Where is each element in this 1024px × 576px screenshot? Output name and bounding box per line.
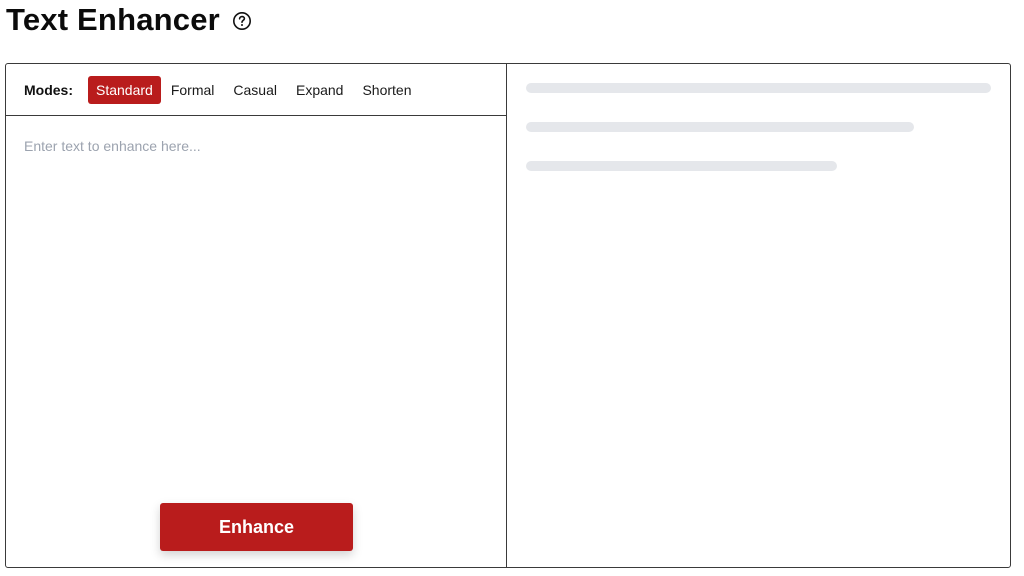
text-input-area: Enhance (6, 116, 506, 567)
text-input[interactable] (6, 116, 506, 567)
page-header: Text Enhancer (6, 0, 252, 40)
help-icon[interactable] (232, 11, 252, 31)
modes-bar: Modes: Standard Formal Casual Expand Sho… (6, 64, 506, 116)
output-skeleton-line (526, 83, 991, 93)
modes-label: Modes: (24, 81, 73, 98)
question-circle-icon (232, 12, 251, 30)
mode-casual-button[interactable]: Casual (224, 76, 286, 104)
enhancer-panel: Modes: Standard Formal Casual Expand Sho… (5, 63, 1011, 568)
page-title: Text Enhancer (6, 2, 220, 37)
mode-formal-button[interactable]: Formal (162, 76, 224, 104)
mode-shorten-button[interactable]: Shorten (353, 76, 420, 104)
output-skeleton-line (526, 161, 837, 171)
mode-expand-button[interactable]: Expand (287, 76, 352, 104)
input-pane: Modes: Standard Formal Casual Expand Sho… (6, 64, 507, 567)
output-pane (507, 64, 1010, 567)
mode-standard-button[interactable]: Standard (88, 75, 161, 104)
output-skeleton-line (526, 122, 914, 132)
enhance-button[interactable]: Enhance (160, 503, 353, 551)
